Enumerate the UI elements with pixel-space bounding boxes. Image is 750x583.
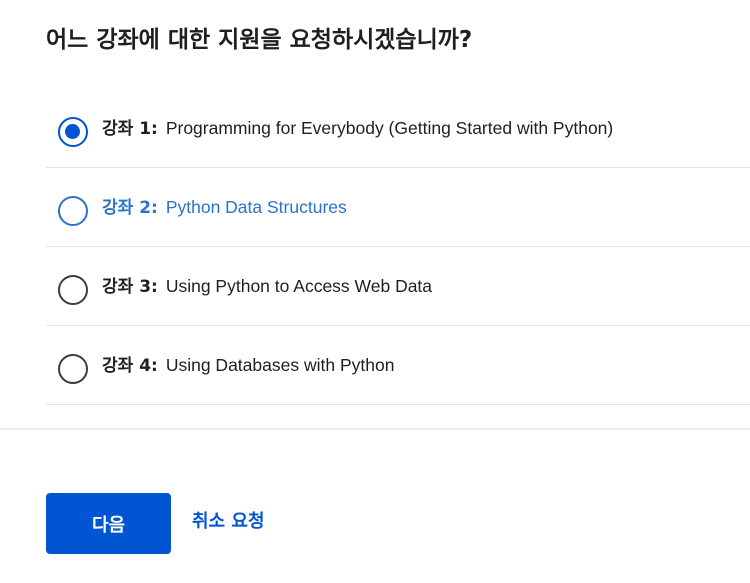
course-option-text: 강좌 2: Python Data Structures bbox=[102, 192, 347, 223]
course-option-prefix: 강좌 1: bbox=[102, 119, 158, 139]
course-option-label: Programming for Everybody (Getting Start… bbox=[165, 118, 614, 138]
course-option-1[interactable]: 강좌 1: Programming for Everybody (Getting … bbox=[46, 89, 750, 168]
course-options-list: 강좌 1: Programming for Everybody (Getting … bbox=[46, 89, 750, 405]
course-option-prefix: 강좌 2: bbox=[102, 198, 158, 218]
radio-button-course-2[interactable] bbox=[58, 196, 88, 226]
course-option-prefix: 강좌 3: bbox=[102, 277, 158, 297]
course-option-3[interactable]: 강좌 3: Using Python to Access Web Data bbox=[46, 247, 750, 326]
course-option-label: Using Databases with Python bbox=[165, 355, 395, 375]
course-option-4[interactable]: 강좌 4: Using Databases with Python bbox=[46, 326, 750, 405]
course-option-prefix: 강좌 4: bbox=[102, 356, 158, 376]
course-option-2[interactable]: 강좌 2: Python Data Structures bbox=[46, 168, 750, 247]
course-selection-page: 어느 강좌에 대한 지원을 요청하시겠습니까? 강좌 1: Programming… bbox=[0, 0, 750, 583]
next-button[interactable]: 다음 bbox=[46, 493, 171, 554]
cancel-request-link[interactable]: 취소 요청 bbox=[192, 507, 265, 537]
course-option-label: Using Python to Access Web Data bbox=[165, 276, 433, 296]
course-option-text: 강좌 4: Using Databases with Python bbox=[102, 350, 394, 381]
question-title: 어느 강좌에 대한 지원을 요청하시겠습니까? bbox=[46, 27, 473, 53]
radio-button-course-1[interactable] bbox=[58, 117, 88, 147]
radio-button-course-3[interactable] bbox=[58, 275, 88, 305]
radio-button-course-4[interactable] bbox=[58, 354, 88, 384]
section-divider bbox=[0, 428, 750, 430]
course-option-text: 강좌 3: Using Python to Access Web Data bbox=[102, 271, 432, 302]
course-option-text: 강좌 1: Programming for Everybody (Getting … bbox=[102, 113, 613, 144]
course-option-label: Python Data Structures bbox=[165, 197, 347, 217]
